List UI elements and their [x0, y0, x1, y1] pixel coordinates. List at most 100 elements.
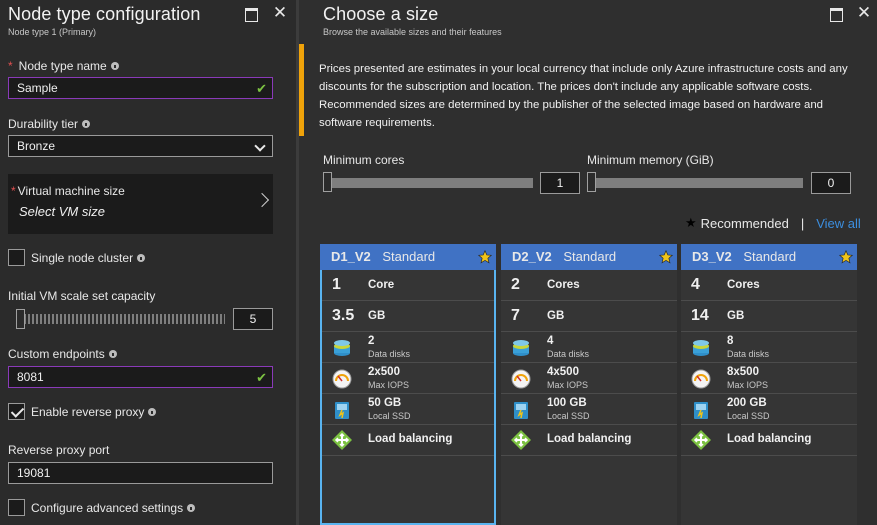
recommended-star-icon: [839, 250, 853, 264]
card-header: D3_V2 Standard: [681, 244, 857, 270]
size-card-d1_v2[interactable]: D1_V2 Standard 1 Core 3.5 GB 2 Data disk…: [320, 244, 496, 525]
load-balancing-label: Load balancing: [727, 433, 812, 445]
local-ssd-label: Local SSD: [547, 411, 590, 421]
size-card-d2_v2[interactable]: D2_V2 Standard 2 Cores 7 GB 4 Data disks…: [501, 244, 677, 525]
info-icon[interactable]: [148, 408, 157, 416]
cores-unit: Cores: [727, 279, 760, 291]
min-memory-input[interactable]: 0: [811, 172, 851, 194]
cores-row: 2 Cores: [501, 270, 677, 301]
min-cores-label: Minimum cores: [323, 153, 405, 167]
iops-value: 4x500: [547, 366, 579, 378]
data-disks-row: 4 Data disks: [501, 332, 677, 363]
iops-value: 2x500: [368, 366, 400, 378]
ssd-icon: [694, 402, 708, 419]
close-icon[interactable]: ✕: [272, 4, 288, 21]
local-ssd-value: 100 GB: [547, 397, 587, 409]
load-balancing-label: Load balancing: [547, 433, 632, 445]
durability-tier-select[interactable]: Bronze: [8, 135, 273, 157]
local-ssd-row: 200 GB Local SSD: [681, 394, 857, 425]
warning-bar: [299, 44, 304, 136]
size-tier: Standard: [563, 249, 617, 264]
info-icon[interactable]: [108, 350, 117, 358]
cores-value: 2: [511, 276, 520, 293]
data-disk-icon: [334, 340, 350, 356]
memory-value: 3.5: [332, 307, 355, 324]
node-type-name-input[interactable]: Sample ✔: [8, 77, 273, 99]
memory-row: 7 GB: [501, 301, 677, 332]
local-ssd-row: 100 GB Local SSD: [501, 394, 677, 425]
size-card-d3_v2[interactable]: D3_V2 Standard 4 Cores 14 GB 8 Data disk…: [681, 244, 857, 525]
data-disks-label: Data disks: [727, 349, 770, 359]
advanced-settings-checkbox[interactable]: [8, 499, 25, 516]
blade-subtitle: Node type 1 (Primary): [8, 27, 97, 37]
vm-size-label: Virtual machine size: [17, 184, 125, 198]
load-balancing-row: Load balancing: [501, 425, 677, 456]
recommended-legend: ★ Recommended | View all: [685, 215, 861, 231]
reverse-proxy-checkbox[interactable]: [8, 403, 25, 420]
gauge-icon: [511, 369, 531, 389]
data-disk-icon: [693, 340, 709, 356]
iops-label: Max IOPS: [547, 380, 589, 390]
memory-row: 14 GB: [681, 301, 857, 332]
capacity-input[interactable]: 5: [233, 308, 273, 330]
chevron-right-icon: [254, 192, 270, 208]
iops-row: 2x500 Max IOPS: [322, 363, 494, 394]
vm-size-selector[interactable]: * Virtual machine size Select VM size: [8, 174, 273, 234]
info-icon[interactable]: [137, 254, 146, 262]
cores-value: 4: [691, 276, 700, 293]
data-disks-value: 8: [727, 335, 734, 347]
close-icon[interactable]: ✕: [856, 4, 872, 21]
memory-unit: GB: [368, 310, 386, 322]
proxy-port-label: Reverse proxy port: [8, 443, 110, 457]
proxy-port-input[interactable]: 19081: [8, 462, 273, 484]
memory-row: 3.5 GB: [322, 301, 494, 332]
memory-value: 7: [511, 307, 520, 324]
memory-unit: GB: [727, 310, 745, 322]
data-disk-icon: [513, 340, 529, 356]
custom-endpoints-input[interactable]: 8081 ✔: [8, 366, 273, 388]
chevron-down-icon: [254, 140, 266, 152]
min-cores-slider-thumb[interactable]: [323, 172, 332, 192]
capacity-slider-thumb[interactable]: [16, 309, 25, 329]
local-ssd-value: 200 GB: [727, 397, 767, 409]
info-icon[interactable]: [187, 504, 196, 512]
recommended-star-icon: [478, 250, 492, 264]
info-icon[interactable]: [82, 120, 91, 128]
blade-title: Node type configuration: [8, 4, 201, 24]
required-marker: *: [8, 59, 13, 73]
single-node-checkbox[interactable]: [8, 249, 25, 266]
local-ssd-value: 50 GB: [368, 397, 402, 409]
min-memory-slider-thumb[interactable]: [587, 172, 596, 192]
min-cores-input[interactable]: 1: [540, 172, 580, 194]
gauge-icon: [691, 369, 711, 389]
data-disks-value: 2: [368, 335, 375, 347]
data-disks-row: 2 Data disks: [322, 332, 494, 363]
iops-row: 4x500 Max IOPS: [501, 363, 677, 394]
maximize-icon[interactable]: [243, 5, 259, 22]
memory-unit: GB: [547, 310, 565, 322]
pricing-notice: Prices presented are estimates in your l…: [299, 44, 877, 136]
ssd-icon: [514, 402, 528, 419]
cores-unit: Core: [368, 279, 395, 291]
min-memory-slider[interactable]: [593, 178, 803, 188]
size-name: D2_V2: [512, 249, 552, 264]
recommended-star-icon: [659, 250, 673, 264]
blade-title: Choose a size: [323, 4, 439, 24]
cores-unit: Cores: [547, 279, 580, 291]
advanced-settings-label: Configure advanced settings: [31, 501, 196, 515]
data-disks-value: 4: [547, 335, 554, 347]
ssd-icon: [335, 402, 349, 419]
durability-tier-label: Durability tier: [8, 117, 91, 131]
size-name: D3_V2: [692, 249, 732, 264]
memory-value: 14: [691, 307, 709, 324]
reverse-proxy-label: Enable reverse proxy: [31, 405, 157, 419]
maximize-icon[interactable]: [828, 5, 844, 22]
view-all-link[interactable]: View all: [816, 216, 861, 231]
info-icon[interactable]: [110, 62, 119, 70]
load-balancer-icon: [511, 430, 531, 450]
capacity-slider[interactable]: [20, 314, 225, 324]
min-cores-slider[interactable]: [329, 178, 533, 188]
load-balancing-label: Load balancing: [368, 433, 453, 445]
load-balancer-icon: [691, 430, 711, 450]
custom-endpoints-label: Custom endpoints: [8, 347, 117, 361]
